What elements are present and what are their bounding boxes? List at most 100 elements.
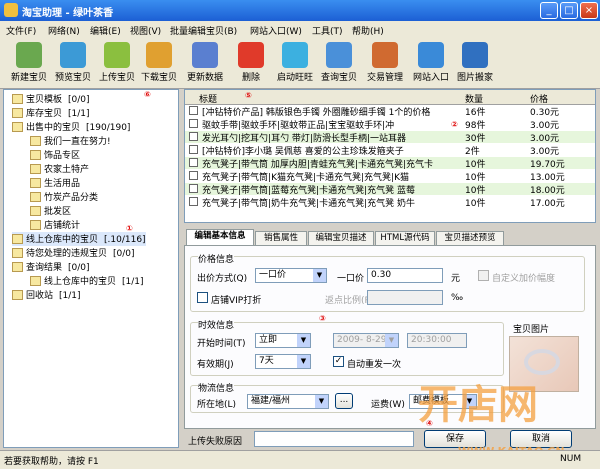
tree-item-on-sale[interactable]: 出售中的宝贝 [190/190]: [12, 120, 130, 134]
cell-quantity: 10件: [465, 173, 486, 182]
toolbar-button-label: 交易管理: [366, 73, 403, 83]
tree-item-category[interactable]: 农家土特产: [30, 162, 89, 176]
tree-item-online-warehouse[interactable]: 线上仓库中的宝贝 [.10/116]: [12, 232, 146, 246]
tree-count: [1/1]: [68, 109, 90, 119]
menu-network[interactable]: 网络(N): [48, 24, 80, 37]
row-checkbox[interactable]: [189, 145, 198, 154]
toolbar-button-8[interactable]: 交易管理: [362, 40, 408, 86]
minimize-button[interactable]: _: [540, 2, 558, 19]
toolbar-button-label: 上传宝贝: [98, 73, 135, 83]
row-checkbox[interactable]: [189, 158, 198, 167]
tree-item-category[interactable]: 生活用品: [30, 176, 80, 190]
row-checkbox[interactable]: [189, 197, 198, 206]
chevron-down-icon: ▼: [297, 334, 310, 347]
toolbar-button-label: 启动旺旺: [276, 73, 313, 83]
tree-item-category[interactable]: 店铺统计: [30, 218, 80, 232]
tab-description-preview[interactable]: 宝贝描述预览: [436, 231, 504, 245]
location-select[interactable]: 福建/福州 ▼: [247, 394, 329, 409]
upload-icon: [104, 42, 130, 68]
toolbar-button-5[interactable]: 删除: [228, 40, 274, 86]
location-more-button[interactable]: ...: [335, 393, 353, 409]
fixed-price-input[interactable]: 0.30: [367, 268, 443, 283]
toolbar-button-label: 下载宝贝: [140, 73, 177, 83]
valid-period-select[interactable]: 7天 ▼: [255, 354, 311, 369]
table-row[interactable]: 驱蚊手带|驱蚊手环|驱蚊带正品|宝宝驱蚊手环|冲 98件 3.00元: [185, 118, 595, 130]
toolbar-button-3[interactable]: 下载宝贝: [136, 40, 182, 86]
tab-html-source[interactable]: HTML源代码: [375, 231, 435, 245]
toolbar-button-6[interactable]: 启动旺旺: [272, 40, 318, 86]
upload-fail-field[interactable]: [254, 431, 414, 447]
table-row[interactable]: 充气凳子|带气筒 加厚内胆|青蛙充气凳|卡通充气凳|充气卡 10件 19.70元: [185, 157, 595, 169]
table-row[interactable]: [冲钻特价]李小璐 吴佩慈 喜爱的公主珍珠发箍夹子 2件 3.00元: [185, 144, 595, 156]
table-row[interactable]: [冲钻特价产品] 韩版银色手镯 外圈雕砂细手镯 1个的价格 16件 0.30元: [185, 105, 595, 117]
tree-label: 查询结果: [26, 263, 63, 273]
row-checkbox[interactable]: [189, 132, 198, 141]
tab-basic-info[interactable]: 编辑基本信息: [186, 229, 254, 245]
tree-item-search-warehouse[interactable]: 线上仓库中的宝贝 [1/1]: [30, 274, 144, 288]
tree-label: 线上仓库中的宝贝: [26, 235, 99, 245]
annotation-marker: ⑤: [245, 91, 252, 100]
menu-edit[interactable]: 编辑(E): [90, 24, 121, 37]
watermark-logo: 开店网: [418, 382, 538, 428]
row-checkbox[interactable]: [189, 106, 198, 115]
tree-item-recycle-bin[interactable]: 回收站 [1/1]: [12, 288, 81, 302]
start-time-select[interactable]: 立即 ▼: [255, 333, 311, 348]
cell-price: 3.00元: [530, 121, 560, 130]
rebate-input[interactable]: [367, 290, 443, 305]
start-date-picker[interactable]: 2009- 8-29 ▼: [333, 333, 399, 348]
toolbar-button-0[interactable]: 新建宝贝: [6, 40, 52, 86]
row-checkbox[interactable]: [189, 171, 198, 180]
tree-item-category[interactable]: 我们一直在努力!: [30, 134, 111, 148]
app-icon: [4, 3, 18, 17]
vip-discount-checkbox[interactable]: [197, 292, 208, 303]
table-row[interactable]: 充气凳子|带气筒|奶牛充气凳|卡通充气凳|充气凳 奶牛 10件 17.00元: [185, 196, 595, 208]
tree-item-inventory[interactable]: 库存宝贝 [1/1]: [12, 106, 90, 120]
column-quantity[interactable]: 数量: [465, 92, 483, 105]
custom-markup-checkbox[interactable]: [478, 270, 489, 281]
menu-batch-edit[interactable]: 批量编辑宝贝(B): [170, 24, 237, 37]
window-title: 淘宝助理 - 绿叶茶香: [22, 8, 114, 19]
maximize-button[interactable]: □: [560, 2, 578, 19]
toolbar-button-label: 网站入口: [412, 73, 449, 83]
tree-item-category[interactable]: 饰品专区: [30, 148, 80, 162]
toolbar-button-1[interactable]: 预览宝贝: [50, 40, 96, 86]
tree-item-violations[interactable]: 待您处理的违规宝贝 [0/0]: [12, 246, 135, 260]
column-title[interactable]: 标题: [199, 92, 217, 105]
table-row[interactable]: 充气凳子|带气筒|K猫充气凳|卡通充气凳|充气凳|K猫 10件 13.00元: [185, 170, 595, 182]
menu-file[interactable]: 文件(F): [6, 24, 36, 37]
tab-sales-attributes[interactable]: 销售属性: [255, 231, 307, 245]
toolbar-button-7[interactable]: 查询宝贝: [316, 40, 362, 86]
toolbar-button-9[interactable]: 网站入口: [408, 40, 454, 86]
tree-item-search-results[interactable]: 查询结果 [0/0]: [12, 260, 90, 274]
menu-help[interactable]: 帮助(H): [352, 24, 384, 37]
row-checkbox[interactable]: [189, 119, 198, 128]
toolbar-button-4[interactable]: 更新数据: [182, 40, 228, 86]
toolbar-button-2[interactable]: 上传宝贝: [94, 40, 140, 86]
table-row[interactable]: 发光耳勺|挖耳勺|耳勺 带灯|防滑长型手柄|一站耳器 30件 3.00元: [185, 131, 595, 143]
column-price[interactable]: 价格: [530, 92, 548, 105]
auto-relist-label: 自动重发一次: [347, 360, 402, 370]
close-button[interactable]: ×: [580, 2, 598, 19]
menu-website[interactable]: 网站入口(W): [250, 24, 302, 37]
tree-item-templates[interactable]: 宝贝模板 [0/0]: [12, 92, 90, 106]
tab-edit-description[interactable]: 编辑宝贝描述: [308, 231, 374, 245]
tree-item-category[interactable]: 批发区: [30, 204, 71, 218]
toolbar-button-10[interactable]: 图片搬家: [452, 40, 498, 86]
table-row[interactable]: 充气凳子|带气筒|蓝莓充气凳|卡通充气凳|充气凳 蓝莓 10件 18.00元: [185, 183, 595, 195]
menu-view[interactable]: 视图(V): [130, 24, 161, 37]
toolbar-button-label: 查询宝贝: [320, 73, 357, 83]
auto-relist-checkbox[interactable]: ✓: [333, 356, 344, 367]
row-checkbox[interactable]: [189, 184, 198, 193]
menu-tools[interactable]: 工具(T): [312, 24, 343, 37]
tree-label: 库存宝贝: [26, 109, 63, 119]
tree-item-category[interactable]: 竹炭产品分类: [30, 190, 98, 204]
cell-quantity: 10件: [465, 186, 486, 195]
sale-type-select[interactable]: 一口价 ▼: [255, 268, 327, 283]
fixed-price-label: 一口价: [337, 274, 365, 284]
cell-price: 17.00元: [530, 199, 565, 208]
cell-title: 驱蚊手带|驱蚊手环|驱蚊带正品|宝宝驱蚊手环|冲: [202, 121, 395, 130]
location-value: 福建/福州: [251, 396, 291, 406]
folder-icon: [12, 108, 23, 118]
start-time-picker[interactable]: 20:30:00: [407, 333, 467, 348]
sale-type-label: 出价方式(Q): [197, 274, 248, 284]
